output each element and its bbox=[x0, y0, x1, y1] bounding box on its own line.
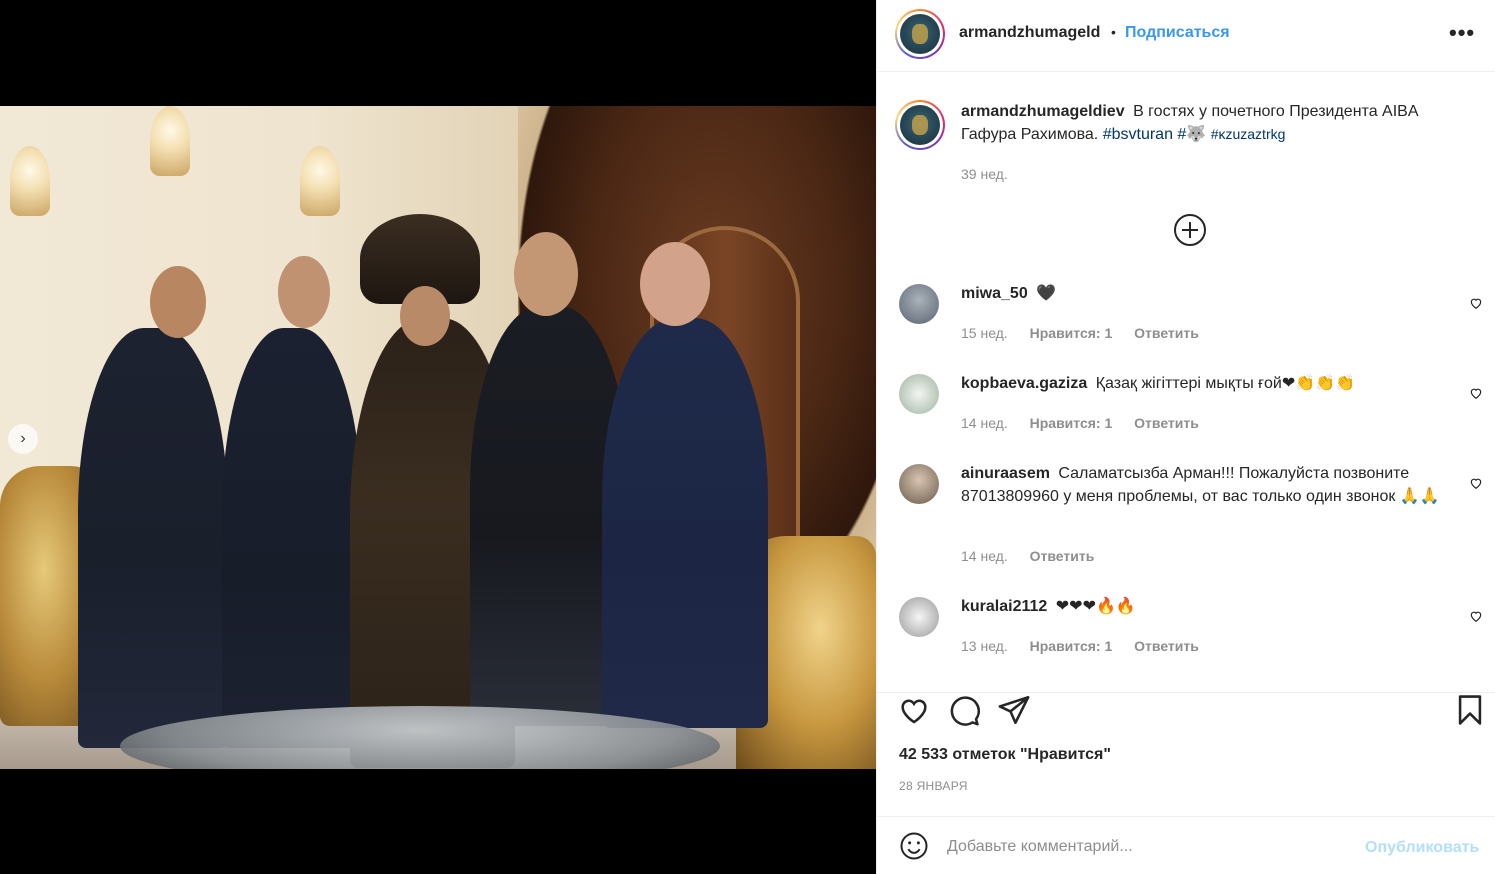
photo-person bbox=[78, 328, 228, 748]
photo-person-head bbox=[514, 232, 578, 316]
caption-time[interactable]: 39 нед. bbox=[961, 166, 1008, 182]
post-header: armandzhumageld • Подписаться ••• bbox=[877, 0, 1495, 72]
comment-time[interactable]: 14 нед. bbox=[961, 548, 1008, 564]
comment-like-icon[interactable] bbox=[1469, 609, 1483, 623]
author-avatar[interactable] bbox=[895, 9, 945, 59]
comment-reply-button[interactable]: Ответить bbox=[1134, 325, 1199, 341]
comment-likes[interactable]: Нравится: 1 bbox=[1030, 415, 1113, 431]
commenter-username[interactable]: kuralai2112 bbox=[961, 598, 1047, 615]
commenter-username[interactable]: kopbaeva.gaziza bbox=[961, 375, 1087, 392]
publish-comment-button[interactable]: Опубликовать bbox=[1365, 839, 1479, 857]
comment-meta: 14 нед. Ответить bbox=[961, 548, 1112, 564]
photo-person-head bbox=[150, 266, 206, 338]
comment-meta: 13 нед. Нравится: 1 Ответить bbox=[961, 638, 1217, 654]
load-more-comments-icon[interactable] bbox=[1174, 214, 1206, 246]
post-photo[interactable] bbox=[0, 106, 876, 769]
photo-person-head bbox=[400, 286, 450, 346]
comment-text-block: kopbaeva.gaziza Қазақ жігіттері мықты ғо… bbox=[961, 372, 1461, 395]
comment-meta: 15 нед. Нравится: 1 Ответить bbox=[961, 325, 1217, 341]
comment-icon[interactable] bbox=[947, 693, 981, 727]
photo-lamp bbox=[10, 146, 50, 216]
comment-text-block: kuralai2112 ❤❤❤🔥🔥 bbox=[961, 595, 1461, 618]
header-separator: • bbox=[1111, 24, 1116, 40]
comment-time[interactable]: 15 нед. bbox=[961, 325, 1008, 341]
photo-person-head bbox=[640, 242, 710, 326]
comment-input[interactable] bbox=[947, 835, 1367, 859]
author-username[interactable]: armandzhumageld bbox=[959, 24, 1100, 42]
emoji-icon[interactable] bbox=[899, 831, 929, 861]
follow-button[interactable]: Подписаться bbox=[1125, 24, 1230, 42]
bookmark-icon[interactable] bbox=[1453, 693, 1487, 727]
comment-like-icon[interactable] bbox=[1469, 296, 1483, 310]
photo-person-head bbox=[278, 256, 330, 328]
more-options-button[interactable]: ••• bbox=[1449, 20, 1475, 46]
hashtag-link[interactable]: #ĸzuzaztrkg bbox=[1211, 126, 1286, 142]
caption-username[interactable]: armandzhumageldiev bbox=[961, 103, 1125, 120]
caption-text-block: armandzhumageldiev В гостях у почетного … bbox=[961, 100, 1471, 146]
caption-avatar[interactable] bbox=[895, 100, 945, 150]
commenter-avatar[interactable] bbox=[899, 597, 939, 637]
commenter-avatar[interactable] bbox=[899, 374, 939, 414]
post-side-panel: armandzhumageld • Подписаться ••• armand… bbox=[876, 0, 1495, 874]
comment-time[interactable]: 14 нед. bbox=[961, 415, 1008, 431]
comment-reply-button[interactable]: Ответить bbox=[1134, 638, 1199, 654]
commenter-username[interactable]: ainuraasem bbox=[961, 465, 1050, 482]
comment-text-block: miwa_50 🖤 bbox=[961, 282, 1461, 305]
post-date[interactable]: 28 ЯНВАРЯ bbox=[899, 779, 968, 793]
share-icon[interactable] bbox=[997, 693, 1031, 727]
comment-likes[interactable]: Нравится: 1 bbox=[1030, 638, 1113, 654]
photo-person bbox=[222, 328, 362, 748]
comment-meta: 14 нед. Нравится: 1 Ответить bbox=[961, 415, 1217, 431]
carousel-next-button[interactable]: › bbox=[8, 424, 38, 454]
comment-reply-button[interactable]: Ответить bbox=[1030, 548, 1095, 564]
post-actions-bar bbox=[877, 692, 1495, 732]
heart-icon[interactable] bbox=[897, 693, 931, 727]
media-area: › bbox=[0, 0, 876, 874]
commenter-username[interactable]: miwa_50 bbox=[961, 285, 1028, 302]
comment-like-icon[interactable] bbox=[1469, 476, 1483, 490]
hashtag-link[interactable]: #🐺 bbox=[1177, 126, 1206, 143]
comment-text: Қазақ жігіттері мықты ғой❤👏👏👏 bbox=[1095, 375, 1355, 392]
photo-person bbox=[602, 318, 768, 728]
commenter-avatar[interactable] bbox=[899, 284, 939, 324]
photo-lamp bbox=[300, 146, 340, 216]
avatar-image bbox=[900, 14, 940, 54]
comment-text: 🖤 bbox=[1036, 285, 1057, 302]
commenter-avatar[interactable] bbox=[899, 464, 939, 504]
photo-lamp bbox=[150, 106, 190, 176]
instagram-post-view: › armandzhumageld • Подписаться ••• arma… bbox=[0, 0, 1495, 874]
comment-like-icon[interactable] bbox=[1469, 386, 1483, 400]
add-comment-bar: Опубликовать bbox=[877, 816, 1495, 874]
comment-time[interactable]: 13 нед. bbox=[961, 638, 1008, 654]
hashtag-link[interactable]: #bsvturan bbox=[1103, 126, 1173, 143]
comment-likes[interactable]: Нравится: 1 bbox=[1030, 325, 1113, 341]
comment-text: ❤❤❤🔥🔥 bbox=[1055, 598, 1136, 615]
avatar-image bbox=[900, 105, 940, 145]
comment-reply-button[interactable]: Ответить bbox=[1134, 415, 1199, 431]
likes-count[interactable]: 42 533 отметок "Нравится" bbox=[899, 746, 1111, 764]
comment-text-block: ainuraasem Саламатсызба Арман!!! Пожалуй… bbox=[961, 462, 1461, 508]
